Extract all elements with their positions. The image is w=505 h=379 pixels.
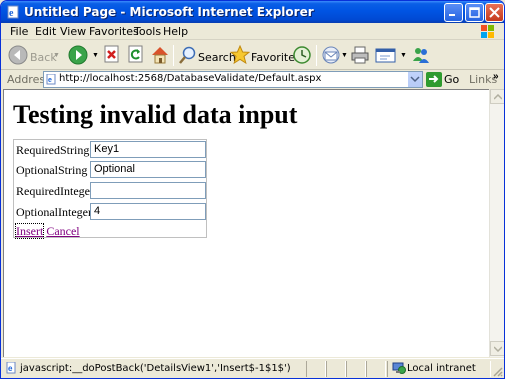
- optional-string-input[interactable]: Optional: [90, 161, 206, 178]
- chevron-down-icon: [494, 346, 502, 352]
- go-label[interactable]: Go: [444, 73, 459, 86]
- field-label: OptionalString: [16, 163, 88, 177]
- toolbar-separator: [316, 45, 317, 66]
- chevron-up-icon: [494, 94, 502, 100]
- address-input[interactable]: e http://localhost:2568/DatabaseValidate…: [43, 71, 423, 88]
- field-row: OptionalString Optional: [14, 160, 208, 180]
- page-heading: Testing invalid data input: [13, 100, 298, 129]
- optional-integer-input[interactable]: 4: [90, 203, 206, 220]
- history-button[interactable]: [291, 44, 313, 67]
- required-string-input[interactable]: Key1: [90, 141, 206, 158]
- insert-link[interactable]: Insert: [14, 223, 45, 239]
- mail-button[interactable]: ▼: [321, 44, 348, 67]
- vertical-scrollbar[interactable]: [489, 89, 504, 357]
- scroll-down-button[interactable]: [490, 341, 504, 356]
- printer-icon: [351, 46, 369, 64]
- favorites-button[interactable]: Favorites: [230, 44, 301, 67]
- maximize-button[interactable]: [465, 3, 484, 22]
- close-icon: [489, 7, 500, 18]
- ie-page-icon: e: [7, 5, 19, 19]
- field-row: RequiredInteger: [14, 181, 208, 201]
- back-dropdown-icon[interactable]: ▼: [53, 52, 60, 59]
- go-button[interactable]: [426, 72, 442, 87]
- windows-logo-icon: [481, 25, 494, 38]
- refresh-icon: [128, 45, 143, 63]
- menu-view[interactable]: View: [60, 25, 86, 38]
- address-dropdown-button[interactable]: [407, 72, 422, 87]
- title-bar[interactable]: e Untitled Page - Microsoft Internet Exp…: [1, 1, 504, 23]
- page-content: Testing invalid data input RequiredStrin…: [3, 89, 489, 357]
- field-label: RequiredInteger: [16, 184, 94, 198]
- minimize-button[interactable]: [444, 3, 463, 22]
- required-integer-input[interactable]: [90, 182, 206, 199]
- forward-arrow-icon: [68, 45, 88, 65]
- go-arrow-icon: [429, 75, 439, 83]
- svg-text:e: e: [48, 77, 52, 84]
- menu-favorites[interactable]: Favorites: [89, 25, 139, 38]
- minimize-icon: [449, 14, 455, 16]
- refresh-button[interactable]: [125, 44, 147, 67]
- edit-page-icon: [375, 48, 396, 63]
- forward-dropdown-icon[interactable]: ▼: [92, 52, 99, 59]
- svg-text:e: e: [9, 8, 14, 19]
- menu-bar: File Edit View Favorites Tools Help: [1, 23, 504, 40]
- back-arrow-icon: [8, 45, 28, 65]
- local-intranet-icon: [392, 362, 406, 374]
- field-label: RequiredString: [16, 143, 90, 157]
- status-bar: e javascript:__doPostBack('DetailsView1'…: [1, 358, 504, 378]
- scroll-up-button[interactable]: [490, 89, 504, 104]
- security-zone-text: Local intranet: [407, 363, 476, 374]
- resize-grip-icon[interactable]: [491, 365, 503, 377]
- toolbar-separator: [173, 45, 174, 66]
- status-pane: [326, 361, 346, 377]
- standard-toolbar: Back ▼ ▼ Search Favorites ▼ ▼: [1, 41, 504, 70]
- menu-help[interactable]: Help: [163, 25, 188, 38]
- maximize-icon: [469, 7, 480, 18]
- field-row: RequiredString Key1: [14, 140, 208, 160]
- status-text: javascript:__doPostBack('DetailsView1','…: [20, 363, 291, 374]
- cancel-link[interactable]: Cancel: [46, 224, 79, 238]
- messenger-icon: [413, 48, 429, 63]
- address-bar: Address e http://localhost:2568/Database…: [1, 71, 504, 88]
- messenger-button[interactable]: [410, 44, 432, 67]
- chevron-down-icon: [410, 76, 420, 83]
- menu-tools[interactable]: Tools: [134, 25, 161, 38]
- page-status-icon: e: [6, 362, 16, 374]
- browser-window: e Untitled Page - Microsoft Internet Exp…: [0, 0, 505, 379]
- edit-button[interactable]: ▼: [375, 44, 407, 67]
- status-pane: [366, 361, 386, 377]
- stop-button[interactable]: [101, 44, 123, 67]
- search-icon: [179, 46, 196, 64]
- mail-dropdown-icon: ▼: [341, 52, 348, 59]
- menu-edit[interactable]: Edit: [35, 25, 56, 38]
- home-icon: [152, 47, 168, 64]
- status-pane: [346, 361, 366, 377]
- favorites-star-icon: [230, 45, 250, 65]
- home-button[interactable]: [149, 44, 171, 67]
- address-url: http://localhost:2568/DatabaseValidate/D…: [59, 73, 322, 84]
- stop-icon: [104, 45, 119, 63]
- menu-file[interactable]: File: [10, 25, 28, 38]
- command-row: Insert Cancel: [14, 223, 80, 239]
- field-row: OptionalInteger 4: [14, 202, 208, 222]
- forward-button[interactable]: [65, 44, 91, 67]
- window-title: Untitled Page - Microsoft Internet Explo…: [24, 5, 314, 19]
- page-icon: e: [46, 74, 56, 85]
- field-label: OptionalInteger: [16, 205, 92, 219]
- close-button[interactable]: [485, 3, 504, 22]
- edit-dropdown-icon: ▼: [400, 52, 407, 59]
- mail-icon: [322, 46, 340, 64]
- history-icon: [293, 46, 311, 64]
- print-button[interactable]: [349, 44, 371, 67]
- svg-text:e: e: [8, 364, 13, 373]
- details-view: RequiredString Key1 OptionalString Optio…: [13, 139, 208, 239]
- links-chevron-icon[interactable]: »: [493, 71, 499, 82]
- search-button[interactable]: Search: [178, 44, 236, 67]
- status-pane: [306, 361, 326, 377]
